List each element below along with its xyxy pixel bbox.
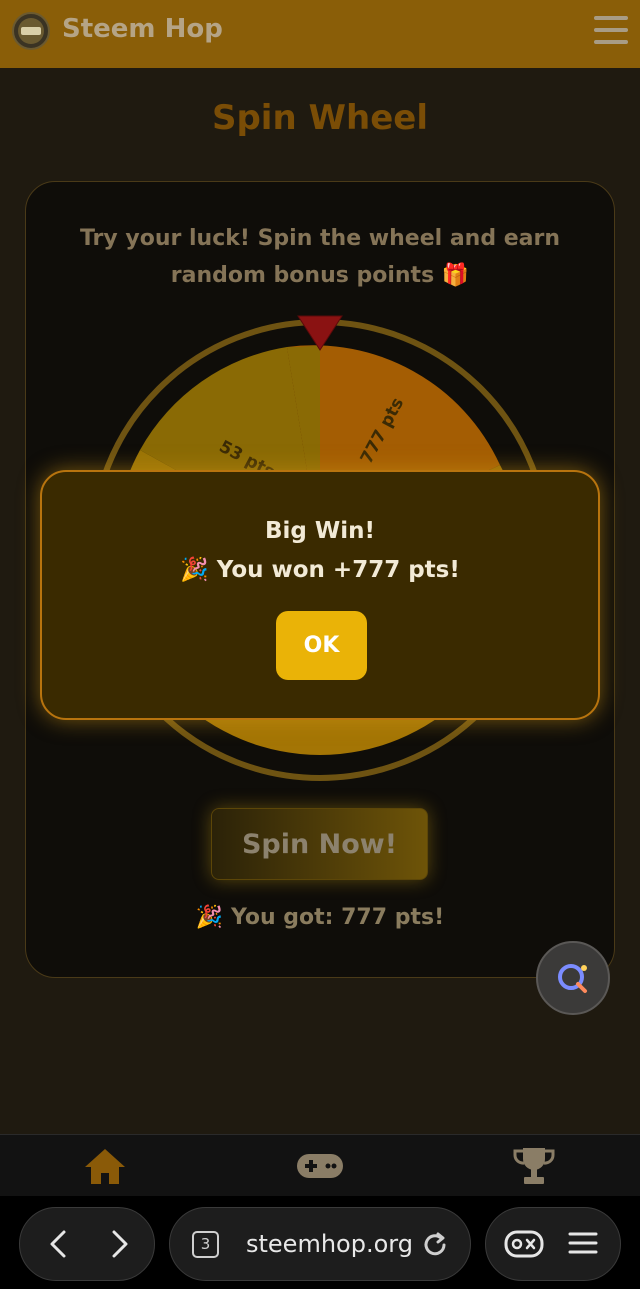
tab-count: 3 [200,1235,211,1253]
tagline-line-2: random bonus points 🎁 [170,263,470,288]
ok-button[interactable]: OK [276,611,367,680]
reload-icon[interactable] [420,1230,450,1260]
trophy-glyph [513,1148,555,1184]
win-dialog: Big Win! 🎉 You won +777 pts! OK [40,470,600,720]
tagline-line-1: Try your luck! Spin the wheel and earn [79,226,561,251]
address-bar[interactable]: 3 steemhop.org [169,1207,471,1281]
url-text[interactable]: steemhop.org [246,1230,413,1258]
gamepad-glyph [297,1154,343,1178]
game-mode-icon[interactable] [504,1226,544,1262]
menu-icon[interactable] [568,1228,598,1258]
top-bar: Steem Hop [0,0,640,68]
steem-hop-logo[interactable] [12,12,50,50]
forward-icon[interactable] [100,1226,136,1262]
trophy-icon[interactable] [509,1143,559,1189]
tab-count-icon[interactable]: 3 [192,1231,219,1258]
spin-result: 🎉 You got: 777 pts! [195,905,445,930]
spin-now-button[interactable]: Spin Now! [211,808,428,880]
assistant-glyph [558,964,587,993]
dialog-title: Big Win! [264,518,375,544]
browser-toolbar: 3 steemhop.org [0,1196,640,1289]
logo-mark [18,18,44,44]
dialog-message: 🎉 You won +777 pts! [180,557,460,583]
page-title: Spin Wheel [211,98,428,138]
gamepad-icon[interactable] [295,1143,345,1189]
assistant-icon[interactable] [536,941,610,1015]
bottom-tab-bar [0,1134,640,1196]
home-glyph [85,1149,125,1184]
nav-buttons [19,1207,155,1281]
hamburger-icon[interactable] [594,16,628,46]
app-title[interactable]: Steem Hop [62,14,223,44]
spin-tagline: Try your luck! Spin the wheel and earn r… [60,220,580,294]
home-icon[interactable] [80,1143,130,1189]
browser-actions [485,1207,621,1281]
back-icon[interactable] [42,1226,78,1262]
